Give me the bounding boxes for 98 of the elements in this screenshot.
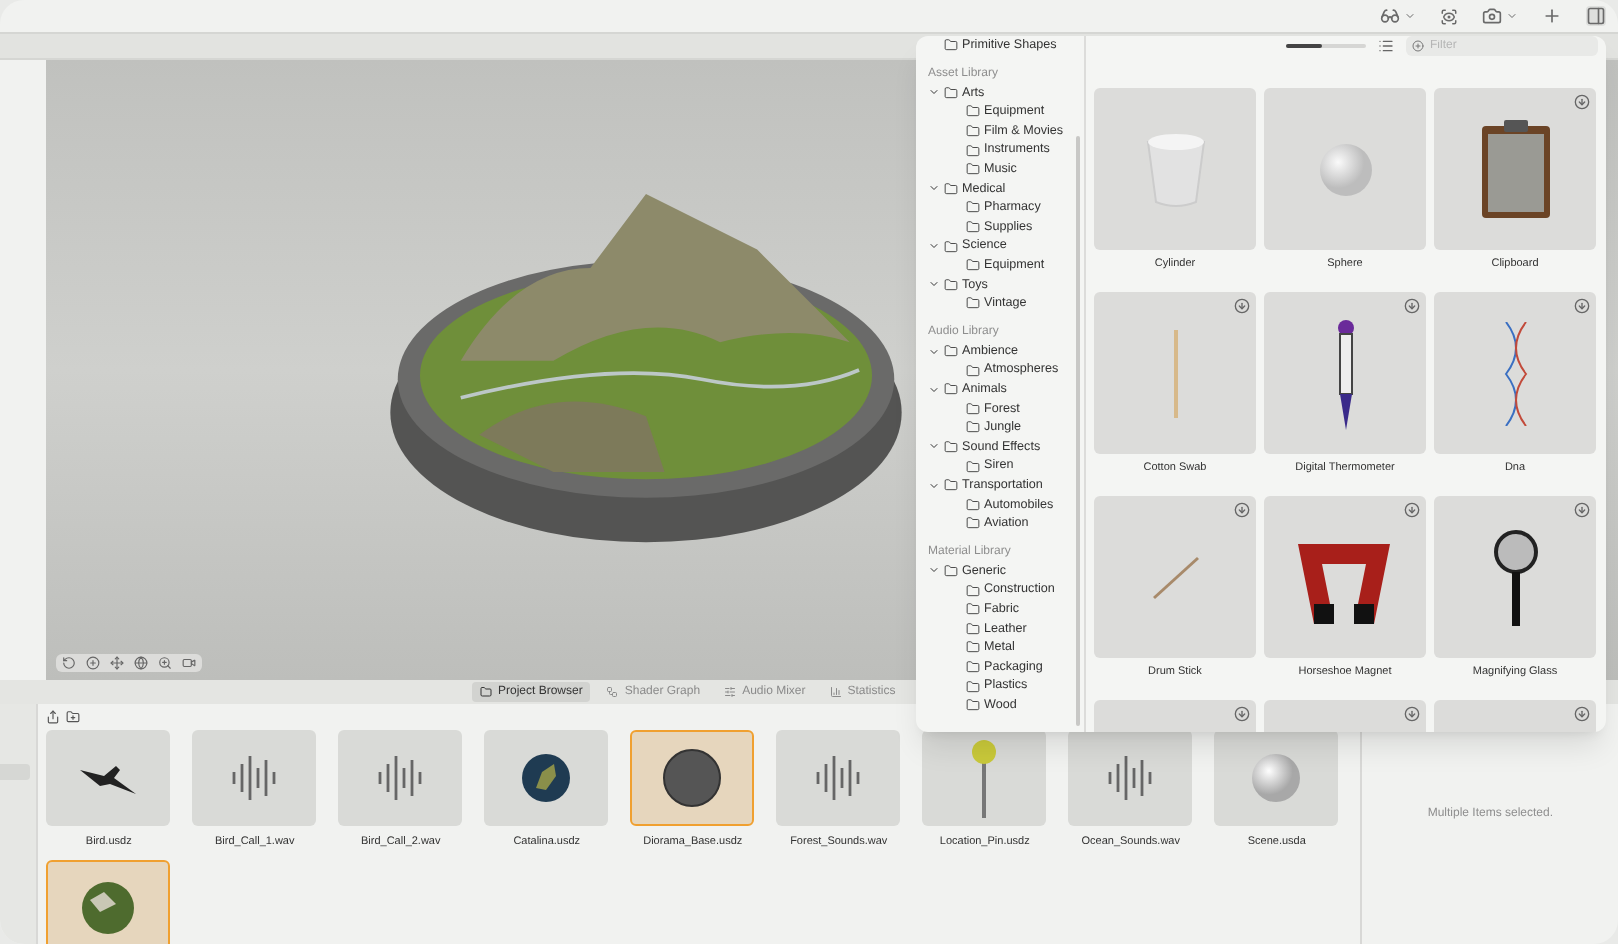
folder-icon — [966, 602, 980, 617]
disclosure-icon[interactable] — [928, 86, 940, 99]
disclosure-icon[interactable] — [928, 182, 940, 195]
download-icon[interactable] — [1574, 298, 1590, 314]
waveform-icon — [228, 752, 281, 805]
folder-icon — [944, 344, 958, 359]
asset-tile[interactable] — [1214, 730, 1339, 827]
asset-card[interactable] — [1264, 496, 1426, 658]
folder-icon — [966, 679, 980, 694]
folder-icon — [966, 497, 980, 512]
download-icon[interactable] — [1404, 298, 1420, 314]
folder-icon — [966, 659, 980, 674]
sphere-icon — [1250, 752, 1303, 805]
move-tool-icon[interactable] — [110, 656, 124, 670]
bar-chart-icon — [829, 686, 842, 698]
dna-helix-drawing — [1499, 321, 1531, 425]
download-icon[interactable] — [1404, 706, 1420, 722]
camera-icon[interactable] — [1482, 6, 1502, 26]
download-icon[interactable] — [1234, 298, 1250, 314]
asset-tile[interactable] — [46, 859, 171, 944]
camera-tool-icon[interactable] — [182, 656, 196, 670]
island-globe-icon — [520, 752, 573, 805]
disclosure-icon[interactable] — [928, 564, 940, 577]
folder-icon — [944, 478, 958, 493]
folder-icon — [966, 698, 980, 713]
waveform-icon — [374, 752, 427, 805]
download-icon[interactable] — [1404, 502, 1420, 518]
drum-stick-drawing — [1151, 555, 1199, 599]
disclosure-icon[interactable] — [928, 345, 940, 358]
disclosure-icon[interactable] — [928, 278, 940, 291]
disclosure-icon[interactable] — [928, 383, 940, 396]
asset-tile[interactable] — [922, 730, 1047, 827]
download-icon[interactable] — [1574, 94, 1590, 110]
folder-icon — [966, 363, 980, 378]
globe-tool-icon[interactable] — [134, 656, 148, 670]
download-icon[interactable] — [1574, 502, 1590, 518]
disclosure-icon[interactable] — [928, 479, 940, 492]
folder-icon — [966, 583, 980, 598]
folder-icon — [944, 563, 958, 578]
folder-icon — [944, 277, 958, 292]
scrollbar[interactable] — [1076, 136, 1080, 726]
sphere-drawing — [1317, 141, 1373, 197]
magnifying-glass-drawing — [1491, 527, 1539, 627]
asset-tile[interactable] — [776, 730, 901, 827]
clipboard-drawing — [1479, 119, 1551, 219]
asset-tile[interactable] — [630, 730, 755, 827]
asset-card[interactable] — [1434, 88, 1596, 250]
pin-icon — [970, 738, 999, 819]
folder-icon — [944, 239, 958, 254]
asset-tile[interactable] — [192, 730, 317, 827]
folder-icon — [966, 124, 980, 139]
list-view-icon[interactable] — [1378, 38, 1394, 54]
new-folder-icon[interactable] — [66, 710, 81, 725]
disclosure-icon[interactable] — [928, 440, 940, 453]
folder-icon — [966, 459, 980, 474]
folder-icon — [944, 38, 958, 53]
folder-icon — [966, 200, 980, 215]
disclosure-icon[interactable] — [928, 240, 940, 253]
asset-tile[interactable] — [1068, 730, 1193, 827]
sliders-icon — [724, 686, 737, 698]
thermometer-drawing — [1333, 317, 1357, 429]
cylinder-drawing — [1143, 129, 1207, 209]
folder-icon — [480, 686, 492, 698]
folder-icon — [966, 401, 980, 416]
folder-icon — [966, 640, 980, 655]
filter-icon — [1412, 40, 1424, 52]
asset-tile[interactable] — [338, 730, 463, 827]
crosshair-tool-icon[interactable] — [86, 656, 100, 670]
download-icon[interactable] — [1234, 502, 1250, 518]
download-icon[interactable] — [1574, 706, 1590, 722]
asset-card[interactable] — [1264, 292, 1426, 454]
folder-icon — [944, 382, 958, 397]
orbit-tool-icon[interactable] — [62, 656, 76, 670]
graph-icon — [606, 686, 619, 698]
sidebar-toggle-icon[interactable] — [1586, 6, 1606, 26]
asset-card[interactable] — [1434, 496, 1596, 658]
folder-icon — [966, 420, 980, 435]
zoom-tool-icon[interactable] — [158, 656, 172, 670]
asset-tile[interactable] — [484, 730, 609, 827]
waveform-icon — [1104, 752, 1157, 805]
folder-icon — [966, 258, 980, 273]
folder-icon — [966, 296, 980, 311]
folder-icon — [966, 104, 980, 119]
folder-icon — [944, 85, 958, 100]
folder-icon — [944, 439, 958, 454]
folder-icon — [944, 181, 958, 196]
disk-icon — [662, 748, 723, 809]
waveform-icon — [812, 752, 865, 805]
export-icon[interactable] — [46, 710, 61, 725]
download-icon[interactable] — [1234, 706, 1250, 722]
add-icon[interactable] — [1542, 6, 1562, 26]
asset-tile[interactable] — [46, 730, 171, 827]
terrain-globe-icon — [80, 879, 137, 936]
folder-icon — [966, 162, 980, 177]
folder-icon — [966, 220, 980, 235]
folder-icon — [966, 621, 980, 636]
folder-icon — [966, 516, 980, 531]
folder-icon — [966, 143, 980, 158]
